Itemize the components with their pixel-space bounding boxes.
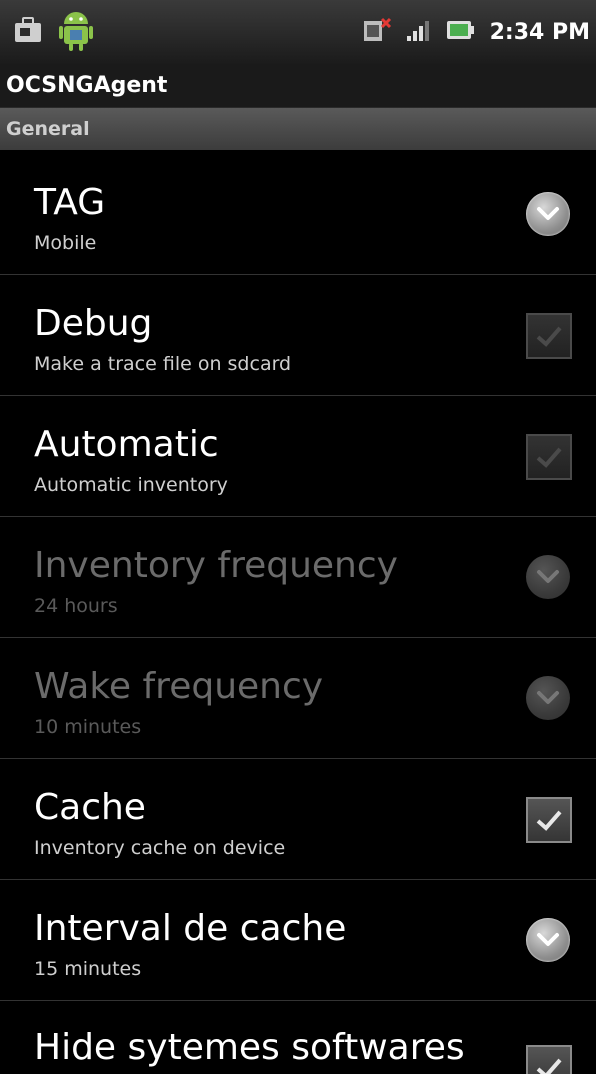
pref-summary: Automatic inventory [34, 474, 228, 496]
pref-title: Hide sytemes softwares [34, 1027, 465, 1068]
chevron-down-icon [526, 192, 570, 236]
hide-softwares-checkbox[interactable] [526, 1045, 572, 1074]
pref-debug[interactable]: Debug Make a trace file on sdcard [0, 275, 596, 396]
dropdown-widget[interactable] [526, 192, 572, 238]
pref-summary: Inventory cache on device [34, 837, 286, 859]
clock-time: 2:34 PM [489, 19, 590, 45]
checkmark-icon [526, 797, 572, 843]
pref-interval-de-cache[interactable]: Interval de cache 15 minutes [0, 880, 596, 1001]
checkbox-unchecked-icon [526, 313, 572, 359]
pref-title: Automatic [34, 424, 219, 465]
pref-title: Debug [34, 303, 153, 344]
battery-icon [446, 19, 476, 45]
checkbox-unchecked-icon [526, 434, 572, 480]
pref-title: Interval de cache [34, 908, 347, 949]
pref-summary: 15 minutes [34, 958, 142, 980]
pref-title: Inventory frequency [34, 545, 398, 586]
pref-inventory-frequency: Inventory frequency 24 hours [0, 517, 596, 638]
preference-list: TAG Mobile Debug Make a trace file on sd… [0, 154, 596, 1074]
pref-title: Cache [34, 787, 146, 828]
chevron-down-icon [526, 676, 570, 720]
no-sim-icon [362, 17, 392, 47]
pref-hide-systemes-softwares[interactable]: Hide sytemes softwares [0, 1001, 596, 1074]
pref-cache[interactable]: Cache Inventory cache on device [0, 759, 596, 880]
chevron-down-icon [526, 918, 570, 962]
app-title-bar: OCSNGAgent [0, 64, 596, 108]
category-header-general: General [0, 108, 596, 150]
android-icon [58, 8, 94, 56]
status-left-icons [0, 8, 94, 56]
dropdown-widget [526, 555, 572, 601]
pref-summary: 24 hours [34, 595, 118, 617]
automatic-checkbox[interactable] [526, 434, 572, 480]
status-right-icons: 2:34 PM [362, 17, 596, 47]
debug-checkbox[interactable] [526, 313, 572, 359]
app-title: OCSNGAgent [6, 73, 168, 98]
pref-summary: Mobile [34, 232, 97, 254]
pref-summary: Make a trace file on sdcard [34, 353, 292, 375]
status-bar: 2:34 PM [0, 0, 596, 64]
checkmark-icon [526, 1045, 572, 1074]
signal-icon [406, 18, 432, 46]
dropdown-widget[interactable] [526, 918, 572, 964]
pref-wake-frequency: Wake frequency 10 minutes [0, 638, 596, 759]
briefcase-icon [14, 17, 42, 47]
pref-automatic[interactable]: Automatic Automatic inventory [0, 396, 596, 517]
category-label: General [6, 118, 90, 140]
pref-summary: 10 minutes [34, 716, 142, 738]
pref-title: TAG [34, 182, 106, 223]
chevron-down-icon [526, 555, 570, 599]
pref-tag[interactable]: TAG Mobile [0, 154, 596, 275]
cache-checkbox[interactable] [526, 797, 572, 843]
dropdown-widget [526, 676, 572, 722]
pref-title: Wake frequency [34, 666, 324, 707]
